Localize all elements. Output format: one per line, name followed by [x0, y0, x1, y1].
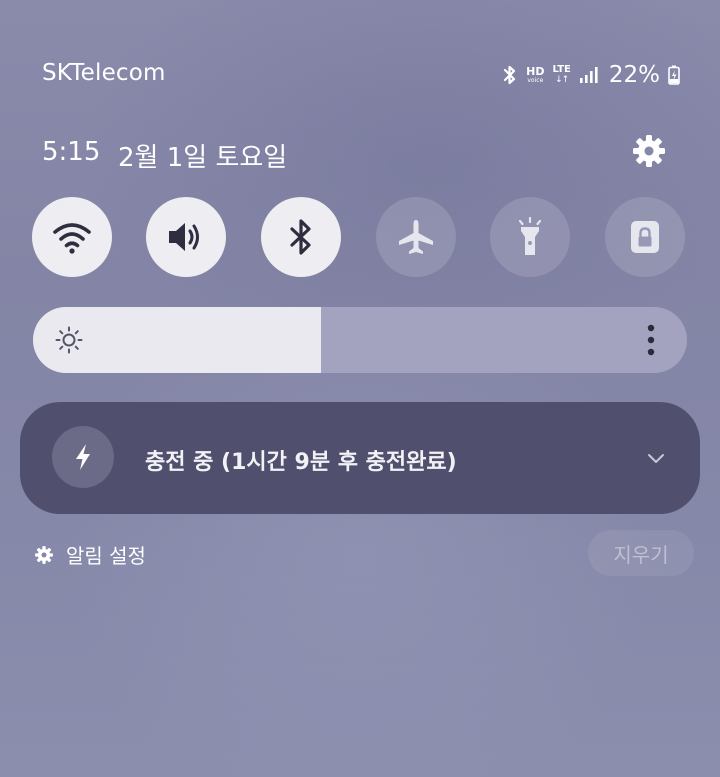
clock: 5:15: [42, 137, 101, 167]
toggle-sound[interactable]: [146, 197, 226, 277]
charging-notification[interactable]: 충전 중 (1시간 9분 후 충전완료): [20, 402, 700, 514]
lte-icon: LTE ↓↑: [553, 65, 571, 85]
bluetooth-icon: [502, 64, 518, 86]
bluetooth-icon: [290, 219, 311, 255]
header-row: 5:15 2월 1일 토요일: [42, 133, 672, 173]
hd-voice-icon: HD voice: [526, 66, 544, 84]
airplane-icon: [399, 220, 433, 254]
status-icons: HD voice LTE ↓↑ 22%: [502, 58, 680, 92]
gear-icon[interactable]: [631, 133, 667, 169]
speaker-icon: [169, 223, 199, 251]
lte-label: LTE: [552, 64, 571, 75]
flashlight-icon: [518, 216, 542, 255]
signal-icon: [579, 66, 599, 84]
data-arrows: ↓↑: [555, 75, 569, 85]
gear-icon: [35, 545, 53, 564]
toggle-bluetooth[interactable]: [261, 197, 341, 277]
lock-icon: [631, 221, 659, 253]
notification-icon: [52, 426, 114, 488]
voice-label: voice: [527, 77, 544, 84]
lightning-icon: [76, 444, 90, 470]
notification-settings-label: 알림 설정: [66, 544, 146, 568]
quick-toggles: [32, 197, 686, 279]
date: 2월 1일 토요일: [118, 143, 288, 173]
sun-icon: [55, 326, 83, 354]
toggle-airplane[interactable]: [376, 197, 456, 277]
carrier-name: SKTelecom: [42, 60, 166, 86]
status-bar: SKTelecom HD voice LTE ↓↑ 22%: [0, 0, 720, 150]
chevron-down-icon[interactable]: [646, 448, 666, 468]
toggle-wifi[interactable]: [32, 197, 112, 277]
wifi-icon: [53, 223, 91, 254]
notification-settings-button[interactable]: 알림 설정: [34, 540, 146, 569]
clear-button[interactable]: 지우기: [588, 530, 694, 576]
toggle-secure-folder[interactable]: [605, 197, 685, 277]
toggle-flashlight[interactable]: [490, 197, 570, 277]
battery-percent: 22%: [608, 62, 660, 88]
battery-charging-icon: [668, 65, 680, 85]
more-vertical-icon[interactable]: [643, 323, 659, 357]
hd-label: HD: [526, 65, 545, 78]
notification-text: 충전 중 (1시간 9분 후 충전완료): [145, 450, 457, 475]
brightness-slider[interactable]: [33, 307, 687, 373]
